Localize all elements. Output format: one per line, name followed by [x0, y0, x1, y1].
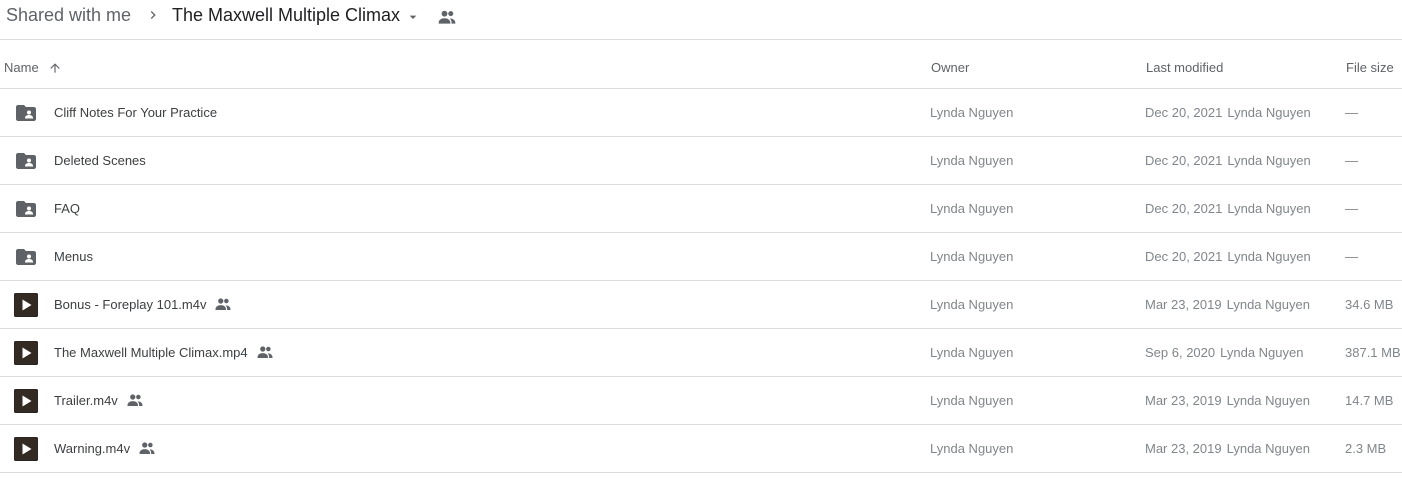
file-modified-date: Dec 20, 2021: [1145, 201, 1223, 216]
people-icon: [257, 346, 273, 358]
file-modified-by: Lynda Nguyen: [1227, 105, 1311, 120]
file-name: FAQ: [54, 201, 81, 216]
caret-down-icon[interactable]: [405, 9, 421, 25]
column-header-file-size[interactable]: File size: [1346, 40, 1394, 88]
video-thumbnail-icon: [14, 389, 38, 413]
file-name: Trailer.m4v: [54, 393, 118, 408]
file-size: 34.6 MB: [1345, 297, 1394, 312]
file-row[interactable]: Cliff Notes For Your Practice Lynda Nguy…: [0, 89, 1402, 137]
file-row[interactable]: Bonus - Foreplay 101.m4v Lynda Nguyen Ma…: [0, 281, 1402, 329]
file-row[interactable]: Trailer.m4v Lynda Nguyen Mar 23, 2019 Ly…: [0, 377, 1402, 425]
file-size: 14.7 MB: [1345, 393, 1394, 408]
shared-folder-icon: [16, 153, 36, 169]
file-owner: Lynda Nguyen: [930, 345, 1014, 360]
people-icon: [139, 442, 155, 454]
file-modified-date: Mar 23, 2019: [1145, 441, 1222, 456]
file-row[interactable]: The Maxwell Multiple Climax.mp4 Lynda Ng…: [0, 329, 1402, 377]
file-modified-date: Dec 20, 2021: [1145, 249, 1223, 264]
shared-folder-icon: [16, 201, 36, 217]
file-size: —: [1345, 249, 1358, 264]
file-modified-by: Lynda Nguyen: [1226, 297, 1310, 312]
file-modified-by: Lynda Nguyen: [1227, 153, 1311, 168]
file-owner: Lynda Nguyen: [930, 297, 1014, 312]
video-thumbnail-icon: [14, 437, 38, 461]
arrow-up-icon[interactable]: [48, 61, 62, 75]
people-icon: [127, 394, 143, 406]
file-modified-by: Lynda Nguyen: [1220, 345, 1304, 360]
shared-folder-icon: [16, 105, 36, 121]
file-name: The Maxwell Multiple Climax.mp4: [54, 345, 248, 360]
file-row[interactable]: Deleted Scenes Lynda Nguyen Dec 20, 2021…: [0, 137, 1402, 185]
file-name: Menus: [54, 249, 94, 264]
file-modified-by: Lynda Nguyen: [1227, 249, 1311, 264]
file-modified-by: Lynda Nguyen: [1226, 441, 1310, 456]
file-name: Cliff Notes For Your Practice: [54, 105, 218, 120]
file-modified-date: Mar 23, 2019: [1145, 393, 1222, 408]
breadcrumb: Shared with me The Maxwell Multiple Clim…: [0, 0, 1402, 40]
file-owner: Lynda Nguyen: [930, 201, 1014, 216]
file-owner: Lynda Nguyen: [930, 393, 1014, 408]
file-modified-date: Dec 20, 2021: [1145, 153, 1223, 168]
file-name: Deleted Scenes: [54, 153, 146, 168]
file-modified-by: Lynda Nguyen: [1226, 393, 1310, 408]
shared-folder-icon: [16, 249, 36, 265]
file-modified-by: Lynda Nguyen: [1227, 201, 1311, 216]
file-owner: Lynda Nguyen: [930, 249, 1014, 264]
file-owner: Lynda Nguyen: [930, 153, 1014, 168]
video-thumbnail-icon: [14, 293, 38, 317]
breadcrumb-current-folder[interactable]: The Maxwell Multiple Climax: [172, 5, 400, 25]
file-size: —: [1345, 201, 1358, 216]
file-name: Bonus - Foreplay 101.m4v: [54, 297, 207, 312]
play-icon: [14, 341, 38, 365]
file-size: 2.3 MB: [1345, 441, 1387, 456]
breadcrumb-shared-with-me[interactable]: Shared with me: [6, 5, 131, 25]
video-thumbnail-icon: [14, 341, 38, 365]
file-row[interactable]: Warning.m4v Lynda Nguyen Mar 23, 2019 Ly…: [0, 425, 1402, 473]
column-header-row: Name Owner Last modified File size: [0, 40, 1402, 89]
file-modified-date: Sep 6, 2020: [1145, 345, 1216, 360]
play-icon: [14, 389, 38, 413]
people-icon: [215, 298, 231, 310]
file-size: —: [1345, 153, 1358, 168]
chevron-right-icon: [150, 11, 156, 19]
file-owner: Lynda Nguyen: [930, 441, 1014, 456]
people-icon[interactable]: [437, 9, 457, 25]
file-row[interactable]: FAQ Lynda Nguyen Dec 20, 2021 Lynda Nguy…: [0, 185, 1402, 233]
file-size: —: [1345, 105, 1358, 120]
file-modified-date: Mar 23, 2019: [1145, 297, 1222, 312]
play-icon: [14, 437, 38, 461]
file-name: Warning.m4v: [54, 441, 131, 456]
column-header-name[interactable]: Name: [4, 40, 39, 88]
file-owner: Lynda Nguyen: [930, 105, 1014, 120]
play-icon: [14, 293, 38, 317]
file-row[interactable]: Menus Lynda Nguyen Dec 20, 2021 Lynda Ng…: [0, 233, 1402, 281]
file-size: 387.1 MB: [1345, 345, 1401, 360]
file-modified-date: Dec 20, 2021: [1145, 105, 1223, 120]
column-header-owner[interactable]: Owner: [931, 40, 969, 88]
column-header-last-modified[interactable]: Last modified: [1146, 40, 1223, 88]
